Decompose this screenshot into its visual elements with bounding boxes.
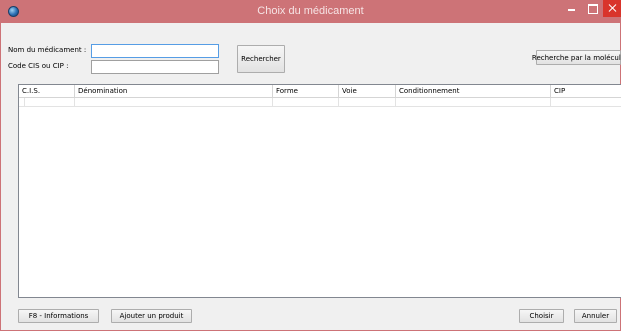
column-denomination[interactable]: Dénomination (75, 85, 273, 98)
molecule-search-button[interactable]: Recherche par la molécule (532, 50, 621, 65)
table-cell[interactable] (551, 98, 621, 107)
choose-button[interactable]: Choisir (519, 309, 564, 323)
table-cell[interactable] (273, 98, 339, 107)
title-bar[interactable]: Choix du médicament (0, 0, 621, 23)
maximize-button[interactable] (584, 0, 602, 17)
medication-name-input[interactable] (91, 44, 219, 58)
window-title: Choix du médicament (257, 5, 364, 17)
column-voie[interactable]: Voie (339, 85, 396, 98)
table-cell[interactable] (25, 98, 75, 107)
minimize-button[interactable] (562, 0, 582, 17)
table-cell[interactable] (75, 98, 273, 107)
cancel-button[interactable]: Annuler (574, 309, 617, 323)
column-conditionnement[interactable]: Conditionnement (396, 85, 551, 98)
table-row[interactable] (19, 98, 621, 107)
table-header: C.I.S. Dénomination Forme Voie Condition… (19, 85, 621, 98)
code-label: Code CIS ou CIP : (8, 62, 69, 70)
column-forme[interactable]: Forme (273, 85, 339, 98)
add-product-button[interactable]: Ajouter un produit (111, 309, 192, 323)
search-button[interactable]: Rechercher (237, 45, 285, 73)
cis-cip-code-input[interactable] (91, 60, 219, 74)
table-cell[interactable] (396, 98, 551, 107)
name-label: Nom du médicament : (8, 46, 87, 54)
column-cip[interactable]: CIP (551, 85, 621, 98)
informations-button[interactable]: F8 - Informations (18, 309, 99, 323)
medication-table[interactable]: C.I.S. Dénomination Forme Voie Condition… (18, 84, 621, 298)
column-cis[interactable]: C.I.S. (19, 85, 75, 98)
table-cell[interactable] (339, 98, 396, 107)
close-button[interactable] (603, 0, 621, 17)
